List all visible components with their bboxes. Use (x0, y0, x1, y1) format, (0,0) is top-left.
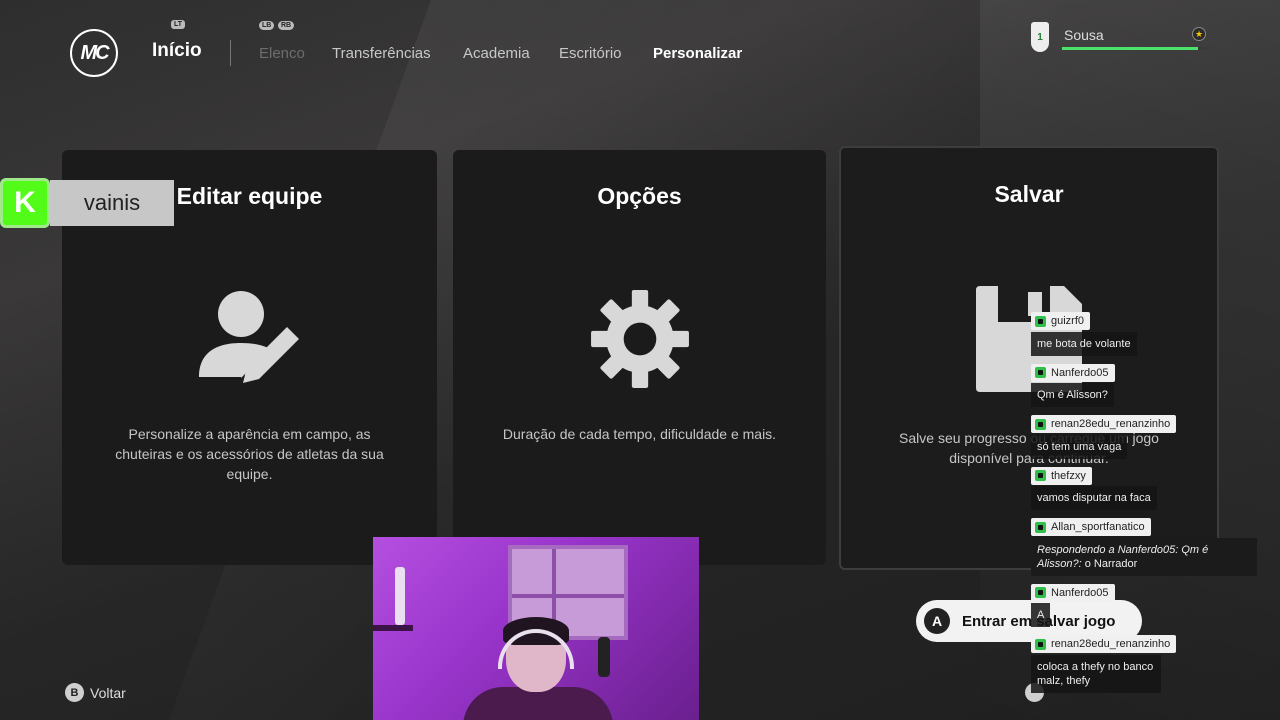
chat-overlay: guizrf0 me bota de volante Nanferdo05 Qm… (1031, 312, 1261, 701)
chat-message: vamos disputar na faca (1031, 486, 1157, 510)
card-description: Personalize a aparência em campo, as chu… (115, 426, 384, 482)
back-button[interactable]: B Voltar (65, 683, 126, 702)
nav-divider (230, 40, 231, 66)
kick-logo-icon: K (0, 178, 50, 228)
chat-user-text: thefzxy (1051, 469, 1086, 482)
chat-entry: Nanferdo05 A (1031, 583, 1261, 627)
card-title: Salvar (994, 181, 1064, 207)
logo-text: MC (80, 41, 109, 64)
chat-entry: Nanferdo05 Qm é Alisson? (1031, 363, 1261, 407)
profile-progress-bar (1062, 47, 1210, 50)
chat-username: Nanferdo05 (1031, 363, 1115, 382)
chat-message: só tem uma vaga (1031, 434, 1128, 459)
chat-username: Allan_sportfanatico (1031, 518, 1151, 536)
chat-username: guizrf0 (1031, 312, 1091, 330)
chat-user-text: renan28edu_renanzinho (1051, 418, 1171, 430)
chat-username: thefzxy (1031, 466, 1092, 485)
profile-name: Sousa (1064, 27, 1104, 43)
chat-message: coloca a thefy no banco malz, thefy (1031, 654, 1161, 693)
chat-entry: thefzxy vamos disputar na faca (1031, 466, 1261, 510)
chat-badge-icon (1035, 587, 1046, 598)
rb-button-hint: RB (278, 21, 295, 30)
a-button-icon: A (924, 608, 950, 634)
back-label: Voltar (90, 684, 126, 701)
nav-tab-escritorio[interactable]: Escritório (559, 45, 622, 62)
chat-message: me bota de volante (1031, 331, 1137, 356)
edit-user-icon (198, 291, 299, 383)
gear-icon (590, 290, 689, 388)
chat-username: renan28edu_renanzinho (1031, 635, 1177, 653)
profile-progress-fill (1062, 47, 1199, 50)
card-title: Opções (597, 183, 682, 209)
chat-entry: renan28edu_renanzinho coloca a thefy no … (1031, 635, 1261, 693)
chat-user-text: Allan_sportfanatico (1051, 521, 1145, 533)
chat-user-text: renan28edu_renanzinho (1051, 638, 1171, 650)
streamer-name: vainis (50, 180, 174, 226)
chat-message: Respondendo a Nanferdo05: Qm é Alisson?:… (1031, 537, 1257, 576)
nav-home[interactable]: Início (152, 40, 202, 62)
club-crest-icon: 1 (1031, 22, 1049, 52)
chat-username: renan28edu_renanzinho (1031, 415, 1177, 433)
chat-username: Nanferdo05 (1031, 583, 1115, 602)
chat-entry: guizrf0 me bota de volante (1031, 312, 1261, 356)
chat-badge-icon (1035, 367, 1046, 378)
nav-tab-academia[interactable]: Academia (463, 45, 530, 62)
chat-badge-icon (1035, 418, 1046, 430)
chat-message: A (1031, 603, 1051, 627)
nav-tab-elenco[interactable]: Elenco (259, 45, 305, 62)
chat-user-text: Nanferdo05 (1051, 366, 1109, 379)
b-button-icon: B (65, 683, 84, 702)
chat-badge-icon (1035, 315, 1046, 327)
lt-button-hint: LT (171, 20, 186, 29)
chat-badge-icon (1035, 638, 1046, 650)
chat-user-text: guizrf0 (1051, 315, 1085, 327)
webcam-shelf (373, 625, 413, 631)
chat-reply-text: o Narrador (1084, 557, 1138, 570)
card-opcoes[interactable]: Opções Duração de cada tempo, dificuldad… (453, 150, 826, 565)
chat-badge-icon (1035, 521, 1046, 533)
star-icon: ★ (1192, 27, 1206, 41)
mc-logo[interactable]: MC (70, 29, 118, 77)
nav-tab-personalizar[interactable]: Personalizar (653, 45, 742, 62)
nav-tab-transferencias[interactable]: Transferências (332, 45, 431, 62)
kick-logo-letter: K (14, 186, 36, 219)
chat-user-text: Nanferdo05 (1051, 586, 1109, 599)
chat-entry: Allan_sportfanatico Respondendo a Nanfer… (1031, 518, 1261, 576)
card-description: Duração de cada tempo, dificuldade e mai… (502, 426, 777, 442)
chat-entry: renan28edu_renanzinho só tem uma vaga (1031, 415, 1261, 459)
webcam-overlay (373, 537, 699, 720)
crest-number: 1 (1037, 31, 1043, 43)
webcam-bottle (395, 567, 405, 625)
chat-message: Qm é Alisson? (1031, 383, 1114, 407)
lb-button-hint: LB (259, 21, 275, 30)
chat-badge-icon (1035, 470, 1046, 481)
webcam-microphone (598, 637, 610, 677)
